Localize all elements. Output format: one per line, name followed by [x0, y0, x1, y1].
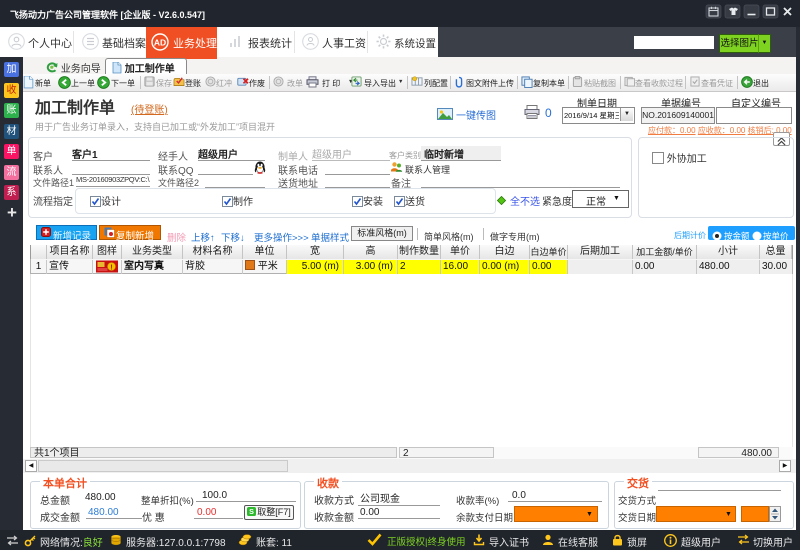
svg-text:AD: AD — [154, 38, 166, 48]
svg-text:!: ! — [110, 262, 113, 271]
svg-text:S: S — [249, 507, 254, 516]
